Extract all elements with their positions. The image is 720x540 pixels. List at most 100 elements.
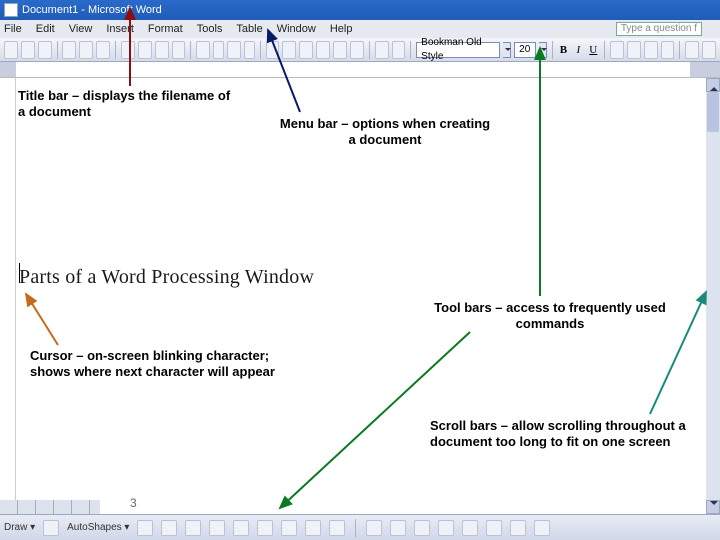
menu-file[interactable]: File <box>4 23 22 35</box>
menu-view[interactable]: View <box>69 23 93 35</box>
line-style-button[interactable] <box>438 520 454 536</box>
print-button[interactable] <box>62 41 76 59</box>
new-doc-button[interactable] <box>4 41 18 59</box>
separator <box>679 41 680 59</box>
menu-bar: File Edit View Insert Format Tools Table… <box>0 20 720 38</box>
font-name-box[interactable]: Bookman Old Style <box>416 42 500 58</box>
standard-toolbar: Bookman Old Style 20 B I U <box>0 38 720 62</box>
outline-view-icon[interactable] <box>54 500 72 514</box>
word-app-icon <box>4 3 18 17</box>
menu-window[interactable]: Window <box>277 23 316 35</box>
cut-button[interactable] <box>121 41 135 59</box>
clipart-button[interactable] <box>305 520 321 536</box>
insert-picture-button[interactable] <box>329 520 345 536</box>
font-name-dropdown[interactable] <box>503 42 511 58</box>
vertical-scrollbar[interactable] <box>706 78 720 514</box>
open-button[interactable] <box>21 41 35 59</box>
format-painter-button[interactable] <box>172 41 186 59</box>
annotation-tool-bars: Tool bars – access to frequently used co… <box>405 300 695 333</box>
scroll-thumb[interactable] <box>707 92 719 132</box>
underline-button[interactable]: U <box>587 44 599 56</box>
view-mode-icons <box>0 500 100 514</box>
menu-help[interactable]: Help <box>330 23 353 35</box>
separator <box>410 41 411 59</box>
draw-menu[interactable]: Draw ▾ <box>4 522 35 533</box>
columns-button[interactable] <box>333 41 347 59</box>
drawing-status-bar: Draw ▾ AutoShapes ▾ <box>0 514 720 540</box>
separator <box>355 519 356 537</box>
tables-button[interactable] <box>282 41 296 59</box>
menu-insert[interactable]: Insert <box>106 23 134 35</box>
annotation-title-bar: Title bar – displays the filename of a d… <box>18 88 238 121</box>
menu-tools[interactable]: Tools <box>197 23 223 35</box>
arrow-tool-button[interactable] <box>161 520 177 536</box>
print-layout-view-icon[interactable] <box>36 500 54 514</box>
fill-color-button[interactable] <box>366 520 382 536</box>
menu-edit[interactable]: Edit <box>36 23 55 35</box>
undo-button[interactable] <box>196 41 210 59</box>
scroll-up-arrow[interactable] <box>706 78 720 92</box>
rectangle-tool-button[interactable] <box>185 520 201 536</box>
redo-dropdown[interactable] <box>244 41 255 59</box>
excel-button[interactable] <box>316 41 330 59</box>
separator <box>260 41 261 59</box>
arrow-style-button[interactable] <box>486 520 502 536</box>
menu-table[interactable]: Table <box>236 23 262 35</box>
menu-format[interactable]: Format <box>148 23 183 35</box>
print-preview-button[interactable] <box>79 41 93 59</box>
oval-tool-button[interactable] <box>209 520 225 536</box>
separator <box>552 41 553 59</box>
justify-button[interactable] <box>661 41 675 59</box>
ruler-margin-right <box>690 62 720 77</box>
diagram-button[interactable] <box>281 520 297 536</box>
bold-button[interactable]: B <box>558 44 570 56</box>
copy-button[interactable] <box>138 41 152 59</box>
separator <box>57 41 58 59</box>
title-text: Document1 - Microsoft Word <box>22 4 162 16</box>
title-bar: Document1 - Microsoft Word <box>0 0 720 20</box>
annotation-menu-bar: Menu bar – options when creating a docum… <box>275 116 495 149</box>
separator <box>604 41 605 59</box>
normal-view-icon[interactable] <box>0 500 18 514</box>
redo-button[interactable] <box>227 41 241 59</box>
document-heading: Parts of a Word Processing Window <box>19 266 314 289</box>
hyperlink-button[interactable] <box>266 41 280 59</box>
autoshapes-menu[interactable]: AutoShapes ▾ <box>67 522 129 533</box>
help-search-box[interactable]: Type a question f <box>616 22 702 36</box>
dash-style-button[interactable] <box>462 520 478 536</box>
line-tool-button[interactable] <box>137 520 153 536</box>
insert-table-button[interactable] <box>299 41 313 59</box>
vertical-ruler[interactable] <box>0 78 16 514</box>
bullets-button[interactable] <box>702 41 716 59</box>
align-center-button[interactable] <box>627 41 641 59</box>
drawing-button[interactable] <box>350 41 364 59</box>
font-size-dropdown[interactable] <box>539 42 547 58</box>
italic-button[interactable]: I <box>572 44 584 56</box>
separator <box>115 41 116 59</box>
save-button[interactable] <box>38 41 52 59</box>
shadow-button[interactable] <box>510 520 526 536</box>
reading-view-icon[interactable] <box>72 500 90 514</box>
wordart-button[interactable] <box>257 520 273 536</box>
paragraph-marks-button[interactable] <box>392 41 406 59</box>
numbering-button[interactable] <box>685 41 699 59</box>
horizontal-ruler[interactable] <box>0 62 720 78</box>
paste-button[interactable] <box>155 41 169 59</box>
select-objects-button[interactable] <box>43 520 59 536</box>
undo-dropdown[interactable] <box>213 41 224 59</box>
line-color-button[interactable] <box>390 520 406 536</box>
web-layout-view-icon[interactable] <box>18 500 36 514</box>
align-left-button[interactable] <box>610 41 624 59</box>
separator <box>369 41 370 59</box>
threed-button[interactable] <box>534 520 550 536</box>
spellcheck-button[interactable] <box>96 41 110 59</box>
font-color-button[interactable] <box>414 520 430 536</box>
font-size-box[interactable]: 20 <box>514 42 536 58</box>
align-right-button[interactable] <box>644 41 658 59</box>
textbox-tool-button[interactable] <box>233 520 249 536</box>
scroll-down-arrow[interactable] <box>706 500 720 514</box>
doc-map-button[interactable] <box>375 41 389 59</box>
separator <box>190 41 191 59</box>
annotation-scroll-bars: Scroll bars – allow scrolling throughout… <box>430 418 690 451</box>
ruler-margin-left <box>0 62 16 77</box>
